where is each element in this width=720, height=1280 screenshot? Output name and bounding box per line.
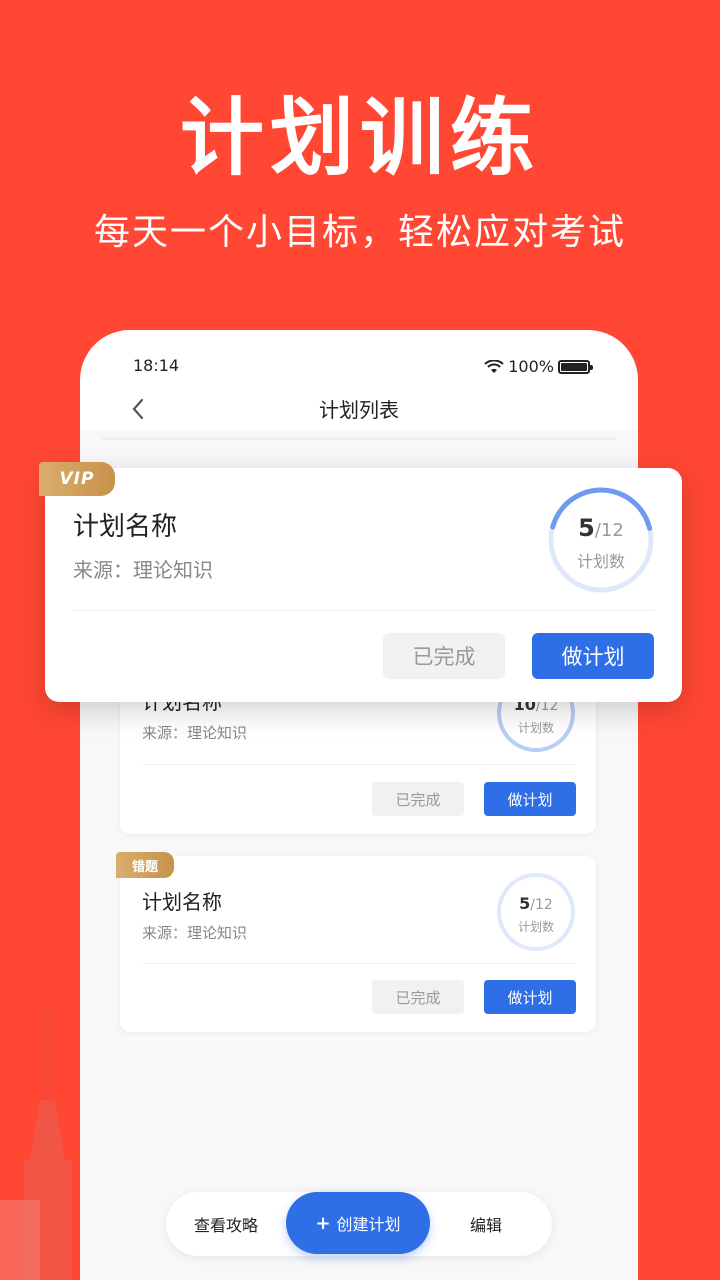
battery-icon: [558, 359, 593, 374]
progress-value-text: 5/12: [547, 514, 655, 542]
do-plan-button[interactable]: 做计划: [484, 980, 576, 1014]
plan-card[interactable]: 错题 计划名称 来源：理论知识 5/12 计划数 已完成 做计划: [116, 852, 596, 1032]
card-divider: [142, 963, 574, 964]
completed-button[interactable]: 已完成: [372, 980, 464, 1014]
card-divider: [73, 610, 654, 611]
progress-label: 计划数: [517, 721, 554, 735]
vip-tag: VIP: [39, 462, 115, 496]
progress-label: 计划数: [576, 552, 625, 571]
progress-ring: 5/12 计划数: [496, 872, 576, 952]
progress-value: 5: [578, 514, 595, 542]
progress-label: 计划数: [517, 920, 554, 934]
city-skyline-decoration: [0, 1010, 72, 1280]
view-guide-button[interactable]: 查看攻略: [194, 1212, 258, 1236]
status-time: 18:14: [133, 356, 180, 375]
page-title: 计划列表: [319, 398, 399, 422]
battery-percent: 100%: [508, 357, 554, 376]
progress-ring: 5/12 计划数: [547, 486, 655, 594]
wifi-icon: [484, 359, 504, 373]
plan-source: 来源：理论知识: [142, 724, 248, 742]
progress-total: /12: [594, 520, 624, 541]
create-plan-label: 创建计划: [336, 1215, 401, 1234]
navigation-bar: 计划列表: [80, 386, 638, 432]
create-plan-button[interactable]: + 创建计划: [286, 1192, 430, 1254]
do-plan-button[interactable]: 做计划: [484, 782, 576, 816]
do-plan-button[interactable]: 做计划: [532, 633, 654, 679]
headline: 计划训练: [179, 89, 540, 187]
wrong-questions-tag: 错题: [116, 852, 174, 878]
progress-value-text: 5/12: [496, 894, 576, 913]
completed-button[interactable]: 已完成: [383, 633, 505, 679]
plan-source: 来源：理论知识: [73, 558, 213, 582]
plan-source: 来源：理论知识: [142, 924, 248, 942]
edit-button[interactable]: 编辑: [470, 1212, 502, 1236]
plan-name: 计划名称: [142, 890, 222, 914]
subline: 每天一个小目标，轻松应对考试: [93, 212, 626, 253]
completed-button[interactable]: 已完成: [372, 782, 464, 816]
featured-plan-card[interactable]: VIP 计划名称 来源：理论知识 5/12 计划数 已完成 做计划: [39, 462, 682, 702]
header-divider: [102, 437, 616, 440]
plan-name: 计划名称: [73, 512, 178, 542]
plus-icon: +: [315, 1212, 331, 1234]
progress-value: 5: [519, 894, 531, 913]
progress-total: /12: [530, 897, 553, 913]
card-divider: [142, 764, 574, 765]
